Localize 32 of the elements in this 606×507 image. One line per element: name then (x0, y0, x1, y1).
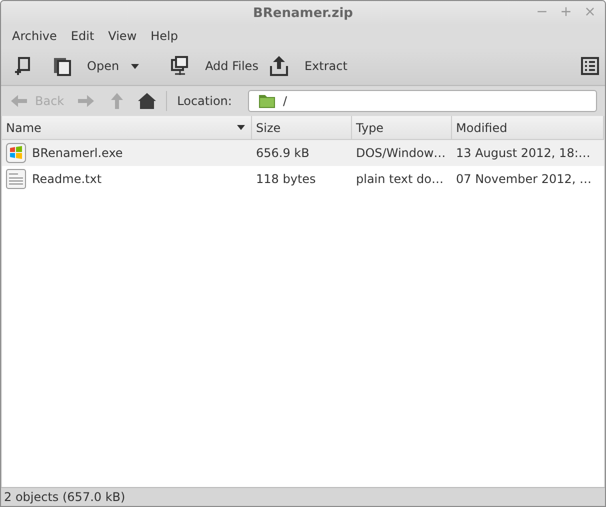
add-files-button[interactable]: Add Files (205, 59, 258, 73)
open-button[interactable]: Open (87, 59, 120, 73)
home-icon[interactable] (138, 93, 156, 109)
extract-icon[interactable] (268, 55, 290, 77)
menu-item[interactable]: Edit (64, 29, 102, 43)
sort-caret-icon[interactable] (237, 125, 245, 130)
menu-item[interactable]: Help (144, 29, 185, 43)
column-header[interactable]: Modified (452, 116, 604, 139)
list-icon[interactable] (581, 57, 599, 75)
menu-item[interactable]: View (101, 29, 144, 43)
table-cell: 118 bytes (256, 172, 316, 186)
dropdown-caret-icon[interactable] (131, 64, 140, 68)
window-title: BRenamer.zip (253, 6, 353, 20)
table-cell: 656.9 kB (256, 146, 310, 160)
column-header[interactable]: Size (252, 116, 352, 139)
table-cell: DOS/Window… (356, 146, 446, 160)
location-label: Location: (177, 94, 232, 108)
location-field[interactable]: / (248, 90, 597, 112)
open-icon[interactable] (51, 55, 73, 77)
table-cell: plain text do… (356, 172, 444, 186)
menu-item[interactable]: Archive (5, 29, 64, 43)
status-text: 2 objects (657.0 kB) (4, 490, 126, 504)
table-cell: 07 November 2012, … (456, 172, 592, 186)
table-cell: 13 August 2012, 18:… (456, 146, 590, 160)
folder-icon (258, 94, 275, 108)
column-header[interactable]: Type (352, 116, 452, 139)
column-header[interactable]: Name (2, 116, 252, 139)
text-file-icon (6, 169, 26, 189)
extract-button[interactable]: Extract (304, 59, 348, 73)
windows-logo-icon (6, 143, 26, 163)
file-name[interactable]: BRenamerl.exe (32, 146, 123, 160)
file-name[interactable]: Readme.txt (32, 172, 102, 186)
